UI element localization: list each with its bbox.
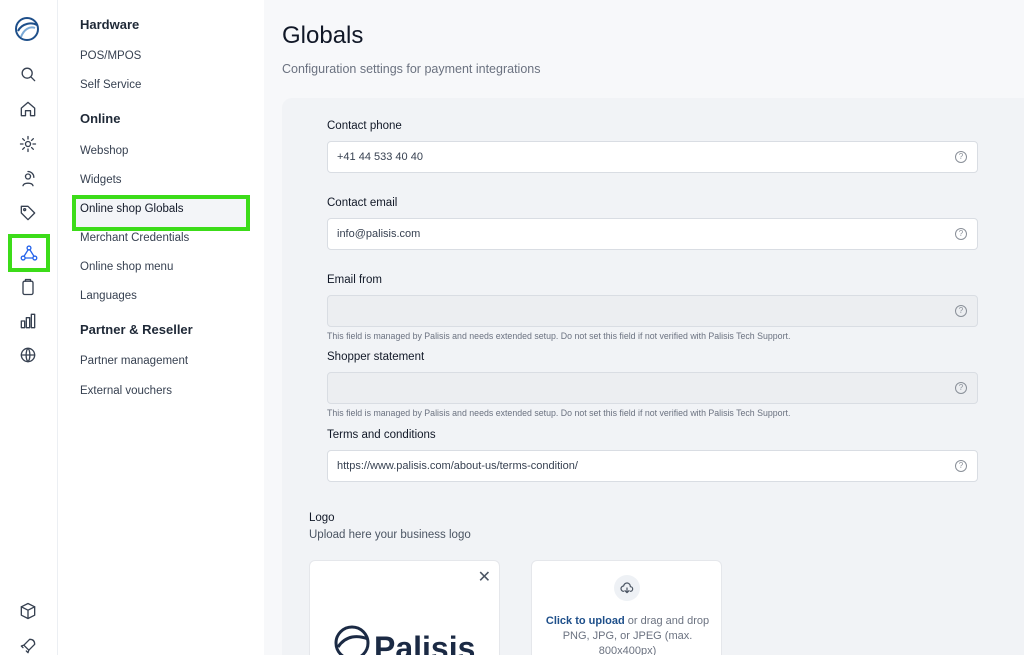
help-icon[interactable]: ? (955, 460, 967, 472)
settings-subnav: Hardware POS/MPOS Self Service Online We… (58, 0, 264, 655)
gear-icon[interactable] (9, 127, 47, 161)
email-from-hint: This field is managed by Palisis and nee… (327, 331, 791, 341)
home-icon[interactable] (9, 92, 47, 126)
upload-instructions: Click to upload or drag and drop PNG, JP… (544, 614, 711, 655)
nav-item-partner-management[interactable]: Partner management (80, 355, 188, 367)
click-to-upload-link[interactable]: Click to upload (546, 615, 625, 627)
nav-item-external-vouchers[interactable]: External vouchers (80, 385, 172, 397)
contact-phone-field[interactable]: +41 44 533 40 40 ? (327, 141, 978, 173)
bar-chart-icon[interactable] (9, 304, 47, 338)
terms-value: https://www.palisis.com/about-us/terms-c… (337, 460, 578, 472)
main-content: Globals Configuration settings for payme… (264, 0, 1024, 655)
contact-phone-value: +41 44 533 40 40 (337, 151, 423, 163)
cloud-upload-icon (614, 575, 640, 601)
user-location-icon[interactable] (9, 162, 47, 196)
logo-sublabel: Upload here your business logo (309, 529, 471, 541)
terms-label: Terms and conditions (327, 429, 436, 441)
box-icon[interactable] (9, 594, 47, 628)
help-icon[interactable]: ? (955, 228, 967, 240)
shopper-statement-field[interactable]: ? (327, 372, 978, 404)
palisis-logo-image: Palisis (334, 625, 475, 655)
shopper-statement-label: Shopper statement (327, 351, 425, 363)
icon-rail (0, 0, 58, 655)
help-icon[interactable]: ? (955, 151, 967, 163)
help-icon[interactable]: ? (955, 305, 967, 317)
remove-logo-icon[interactable]: ✕ (478, 567, 491, 587)
nav-item-webshop[interactable]: Webshop (80, 145, 128, 157)
nav-item-self-service[interactable]: Self Service (80, 79, 141, 91)
email-from-label: Email from (327, 274, 382, 286)
email-from-field[interactable]: ? (327, 295, 978, 327)
section-partner-reseller: Partner & Reseller (80, 322, 193, 337)
section-online: Online (80, 111, 121, 126)
app-logo[interactable] (12, 14, 42, 44)
nav-item-languages[interactable]: Languages (80, 290, 137, 302)
clipboard-icon[interactable] (9, 270, 47, 304)
nav-item-online-shop-globals[interactable]: Online shop Globals (80, 203, 184, 215)
contact-phone-label: Contact phone (327, 120, 402, 132)
section-hardware: Hardware (80, 17, 140, 32)
logo-preview-card: ✕ Palisis (309, 560, 500, 655)
terms-field[interactable]: https://www.palisis.com/about-us/terms-c… (327, 450, 978, 482)
page-subtitle: Configuration settings for payment integ… (282, 62, 541, 76)
contact-email-label: Contact email (327, 197, 398, 209)
integrations-icon[interactable] (8, 234, 50, 272)
nav-item-widgets[interactable]: Widgets (80, 174, 122, 186)
contact-email-field[interactable]: info@palisis.com ? (327, 218, 978, 250)
logo-label: Logo (309, 512, 335, 524)
nav-item-pos-mpos[interactable]: POS/MPOS (80, 50, 141, 62)
globe-icon[interactable] (9, 338, 47, 372)
tag-icon[interactable] (9, 196, 47, 230)
nav-item-online-shop-menu[interactable]: Online shop menu (80, 261, 173, 273)
help-icon[interactable]: ? (955, 382, 967, 394)
logo-preview-text: Palisis (374, 630, 475, 655)
contact-email-value: info@palisis.com (337, 228, 421, 240)
shopper-statement-hint: This field is managed by Palisis and nee… (327, 408, 791, 418)
page-title: Globals (282, 22, 364, 49)
search-icon[interactable] (9, 57, 47, 91)
nav-item-merchant-credentials[interactable]: Merchant Credentials (80, 232, 189, 244)
rocket-icon[interactable] (9, 629, 47, 655)
logo-upload-dropzone[interactable]: Click to upload or drag and drop PNG, JP… (531, 560, 722, 655)
